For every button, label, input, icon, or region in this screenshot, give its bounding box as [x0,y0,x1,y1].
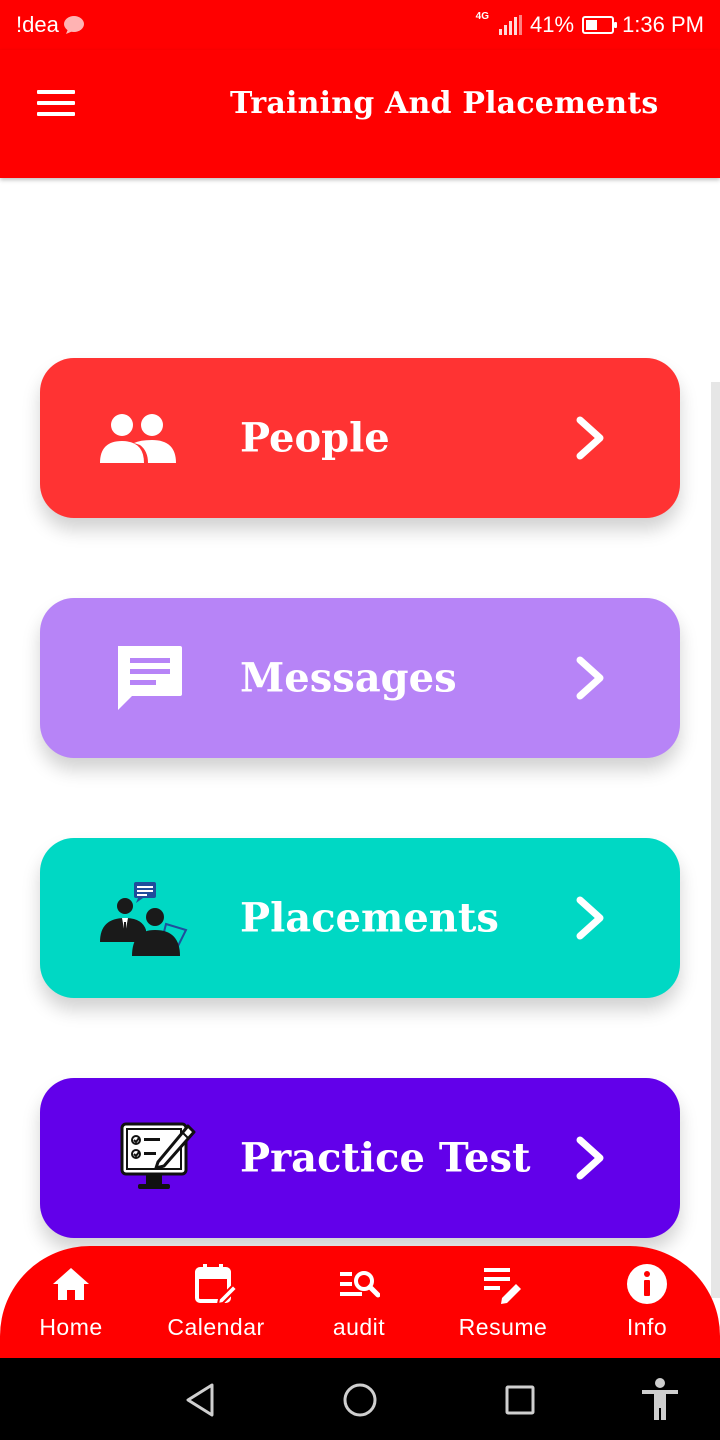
status-right: 4G 41% 1:36 PM [476,12,704,38]
status-bar: !dea 4G 41% 1:36 PM [0,0,720,50]
chevron-right-icon [576,656,604,700]
chevron-right-icon [576,1136,604,1180]
recents-icon[interactable] [498,1378,542,1422]
audit-search-icon [337,1262,381,1306]
calendar-edit-icon [194,1262,238,1306]
page-title: Training And Placements [230,86,659,121]
scrollbar[interactable] [711,382,720,1298]
people-label: People [240,414,390,462]
nav-audit-label: audit [332,1314,386,1340]
menu-icon[interactable] [36,88,76,118]
nav-home-label: Home [39,1314,103,1340]
placements-card[interactable]: Placements [40,838,680,998]
people-icon [100,414,176,463]
chevron-right-icon [576,416,604,460]
network-type: 4G [475,11,490,22]
messages-card[interactable]: Messages [40,598,680,758]
nav-calendar[interactable]: Calendar [146,1262,286,1341]
system-navigation-bar [0,1358,720,1440]
nav-audit[interactable]: audit [289,1262,429,1341]
message-icon [118,646,182,710]
people-card[interactable]: People [40,358,680,518]
chat-bubble-icon [63,16,84,34]
nav-resume-label: Resume [458,1314,548,1340]
clock: 1:36 PM [622,12,704,37]
chevron-right-icon [576,896,604,940]
nav-resume[interactable]: Resume [433,1262,573,1341]
battery-icon [582,16,618,34]
accessibility-icon[interactable] [638,1378,682,1422]
bottom-navigation: Home Calendar audit Resume Info [0,1246,720,1376]
messages-label: Messages [240,654,457,702]
home-circle-icon[interactable] [338,1378,382,1422]
info-icon [625,1262,669,1306]
carrier-name: !dea [16,12,59,37]
practice-test-icon [120,1122,196,1189]
practice-test-label: Practice Test [240,1134,531,1182]
nav-info-label: Info [626,1314,668,1340]
back-icon[interactable] [178,1378,222,1422]
home-icon [49,1262,93,1306]
battery-percent: 41% [530,12,575,37]
placements-label: Placements [240,894,499,942]
nav-home[interactable]: Home [1,1262,141,1341]
placements-icon [100,882,188,956]
nav-calendar-label: Calendar [167,1314,265,1340]
status-left: !dea [16,12,85,38]
resume-edit-icon [481,1262,525,1306]
practice-test-card[interactable]: Practice Test [40,1078,680,1238]
app-bar: Training And Placements [0,50,720,178]
nav-info[interactable]: Info [577,1262,717,1341]
signal-icon [499,15,523,35]
